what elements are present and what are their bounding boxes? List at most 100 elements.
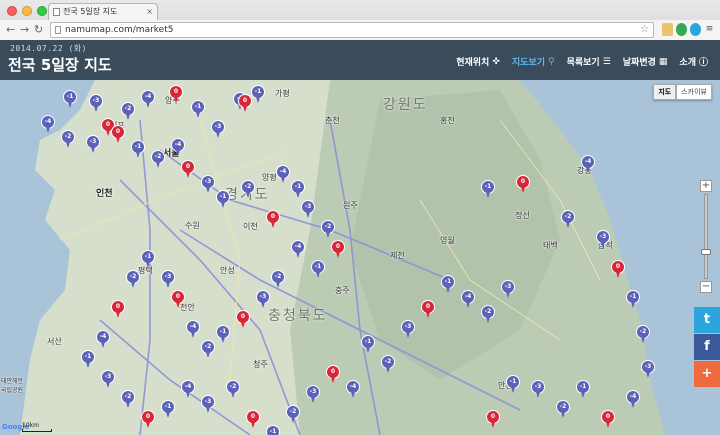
bookmark-star-icon[interactable]: ☆	[640, 23, 649, 37]
market-pin[interactable]: -2	[240, 180, 256, 200]
market-pin[interactable]: -3	[200, 175, 216, 195]
market-pin[interactable]: -3	[595, 230, 611, 250]
maximize-window-button[interactable]	[37, 6, 47, 16]
market-pin[interactable]: -3	[210, 120, 226, 140]
menu-current-location[interactable]: 현재위치 ✜	[456, 55, 500, 69]
market-pin[interactable]: -1	[130, 140, 146, 160]
menu-list-view[interactable]: 목록보기 ☰	[567, 55, 611, 69]
zoom-slider[interactable]	[701, 194, 711, 279]
browser-tab[interactable]: 전국 5일장 지도 ×	[48, 3, 158, 20]
address-bar[interactable]: namumap.com/market5 ☆	[50, 22, 654, 38]
market-pin[interactable]: 0	[180, 160, 196, 180]
menu-change-date[interactable]: 날짜변경 ▦	[623, 55, 668, 69]
market-pin[interactable]: -2	[555, 400, 571, 420]
map-type-map-button[interactable]: 지도	[653, 84, 677, 100]
market-pin[interactable]: -3	[400, 320, 416, 340]
zoom-slider-handle[interactable]	[701, 249, 711, 255]
reload-button[interactable]: ↻	[34, 23, 43, 36]
market-pin[interactable]: 0	[515, 175, 531, 195]
facebook-share-button[interactable]: f	[694, 334, 720, 360]
market-pin[interactable]: -4	[40, 115, 56, 135]
extension-leaf-icon[interactable]	[676, 23, 687, 36]
market-pin[interactable]: -1	[265, 425, 281, 435]
twitter-share-button[interactable]: t	[694, 307, 720, 333]
market-pin[interactable]: -3	[640, 360, 656, 380]
zoom-out-button[interactable]: −	[700, 281, 712, 293]
extension-bookmark-icon[interactable]	[662, 23, 673, 36]
market-pin[interactable]: 0	[170, 290, 186, 310]
forward-button[interactable]: →	[20, 23, 29, 36]
menu-about[interactable]: 소개 ⓘ	[679, 55, 708, 68]
market-pin[interactable]: 0	[235, 310, 251, 330]
market-pin[interactable]: -2	[60, 130, 76, 150]
market-pin[interactable]: 0	[330, 240, 346, 260]
market-pin[interactable]: -1	[625, 290, 641, 310]
market-pin[interactable]: -3	[85, 135, 101, 155]
market-pin[interactable]: -1	[480, 180, 496, 200]
market-pin[interactable]: 0	[420, 300, 436, 320]
market-pin[interactable]: 0	[325, 365, 341, 385]
market-pin[interactable]: -3	[305, 385, 321, 405]
market-pin[interactable]: 0	[110, 300, 126, 320]
market-pin[interactable]: 0	[485, 410, 501, 430]
market-pin[interactable]: -1	[140, 250, 156, 270]
market-pin[interactable]: -3	[530, 380, 546, 400]
market-pin[interactable]: -4	[180, 380, 196, 400]
market-pin[interactable]: -3	[200, 395, 216, 415]
market-pin[interactable]: -4	[95, 330, 111, 350]
market-pin[interactable]: -2	[380, 355, 396, 375]
market-pin[interactable]: 0	[110, 125, 126, 145]
tab-close-icon[interactable]: ×	[146, 4, 153, 20]
zoom-in-button[interactable]: +	[700, 180, 712, 192]
market-pin[interactable]: -2	[120, 390, 136, 410]
market-pin[interactable]: -3	[100, 370, 116, 390]
market-pin[interactable]: -1	[190, 100, 206, 120]
market-pin[interactable]: 0	[600, 410, 616, 430]
market-pin[interactable]: -2	[125, 270, 141, 290]
market-pin[interactable]: -1	[215, 325, 231, 345]
market-pin[interactable]: -1	[440, 275, 456, 295]
market-pin[interactable]: 0	[168, 85, 184, 105]
market-pin[interactable]: -4	[275, 165, 291, 185]
market-pin[interactable]: -4	[345, 380, 361, 400]
market-pin[interactable]: -3	[300, 200, 316, 220]
market-pin[interactable]: -1	[160, 400, 176, 420]
close-window-button[interactable]	[7, 6, 17, 16]
market-pin[interactable]: -3	[255, 290, 271, 310]
market-pin[interactable]: -1	[310, 260, 326, 280]
market-pin[interactable]: 0	[245, 410, 261, 430]
market-pin[interactable]: -1	[215, 190, 231, 210]
market-pin[interactable]: -4	[170, 138, 186, 158]
market-pin[interactable]: -4	[580, 155, 596, 175]
market-pin[interactable]: -1	[575, 380, 591, 400]
market-pin[interactable]: -3	[88, 94, 104, 114]
market-pin[interactable]: -1	[505, 375, 521, 395]
market-pin[interactable]: -1	[250, 85, 266, 105]
market-pin[interactable]: -2	[225, 380, 241, 400]
market-pin[interactable]: -1	[80, 350, 96, 370]
back-button[interactable]: ←	[6, 23, 15, 36]
market-pin[interactable]: -3	[500, 280, 516, 300]
map-canvas[interactable]: 강원도 경기도 충청북도 서울 인천 수원 원주 춘천 천안 충주 제천 강릉 …	[0, 80, 720, 435]
market-pin[interactable]: -1	[360, 335, 376, 355]
market-pin[interactable]: -4	[140, 90, 156, 110]
menu-map-view[interactable]: 지도보기 ⚲	[512, 55, 555, 69]
market-pin[interactable]: -2	[560, 210, 576, 230]
map-type-skyview-button[interactable]: 스카이뷰	[676, 84, 712, 100]
extension-download-icon[interactable]	[690, 23, 701, 36]
market-pin[interactable]: -4	[290, 240, 306, 260]
market-pin[interactable]: -4	[460, 290, 476, 310]
market-pin[interactable]: -2	[270, 270, 286, 290]
market-pin[interactable]: -2	[150, 150, 166, 170]
market-pin[interactable]: -3	[160, 270, 176, 290]
market-pin[interactable]: -2	[120, 102, 136, 122]
market-pin[interactable]: 0	[265, 210, 281, 230]
market-pin[interactable]: -1	[290, 180, 306, 200]
market-pin[interactable]: -2	[480, 305, 496, 325]
market-pin[interactable]: -2	[285, 405, 301, 425]
market-pin[interactable]: -4	[185, 320, 201, 340]
market-pin[interactable]: -1	[62, 90, 78, 110]
market-pin[interactable]: -2	[635, 325, 651, 345]
browser-menu-icon[interactable]: ≡	[704, 23, 715, 36]
minimize-window-button[interactable]	[22, 6, 32, 16]
